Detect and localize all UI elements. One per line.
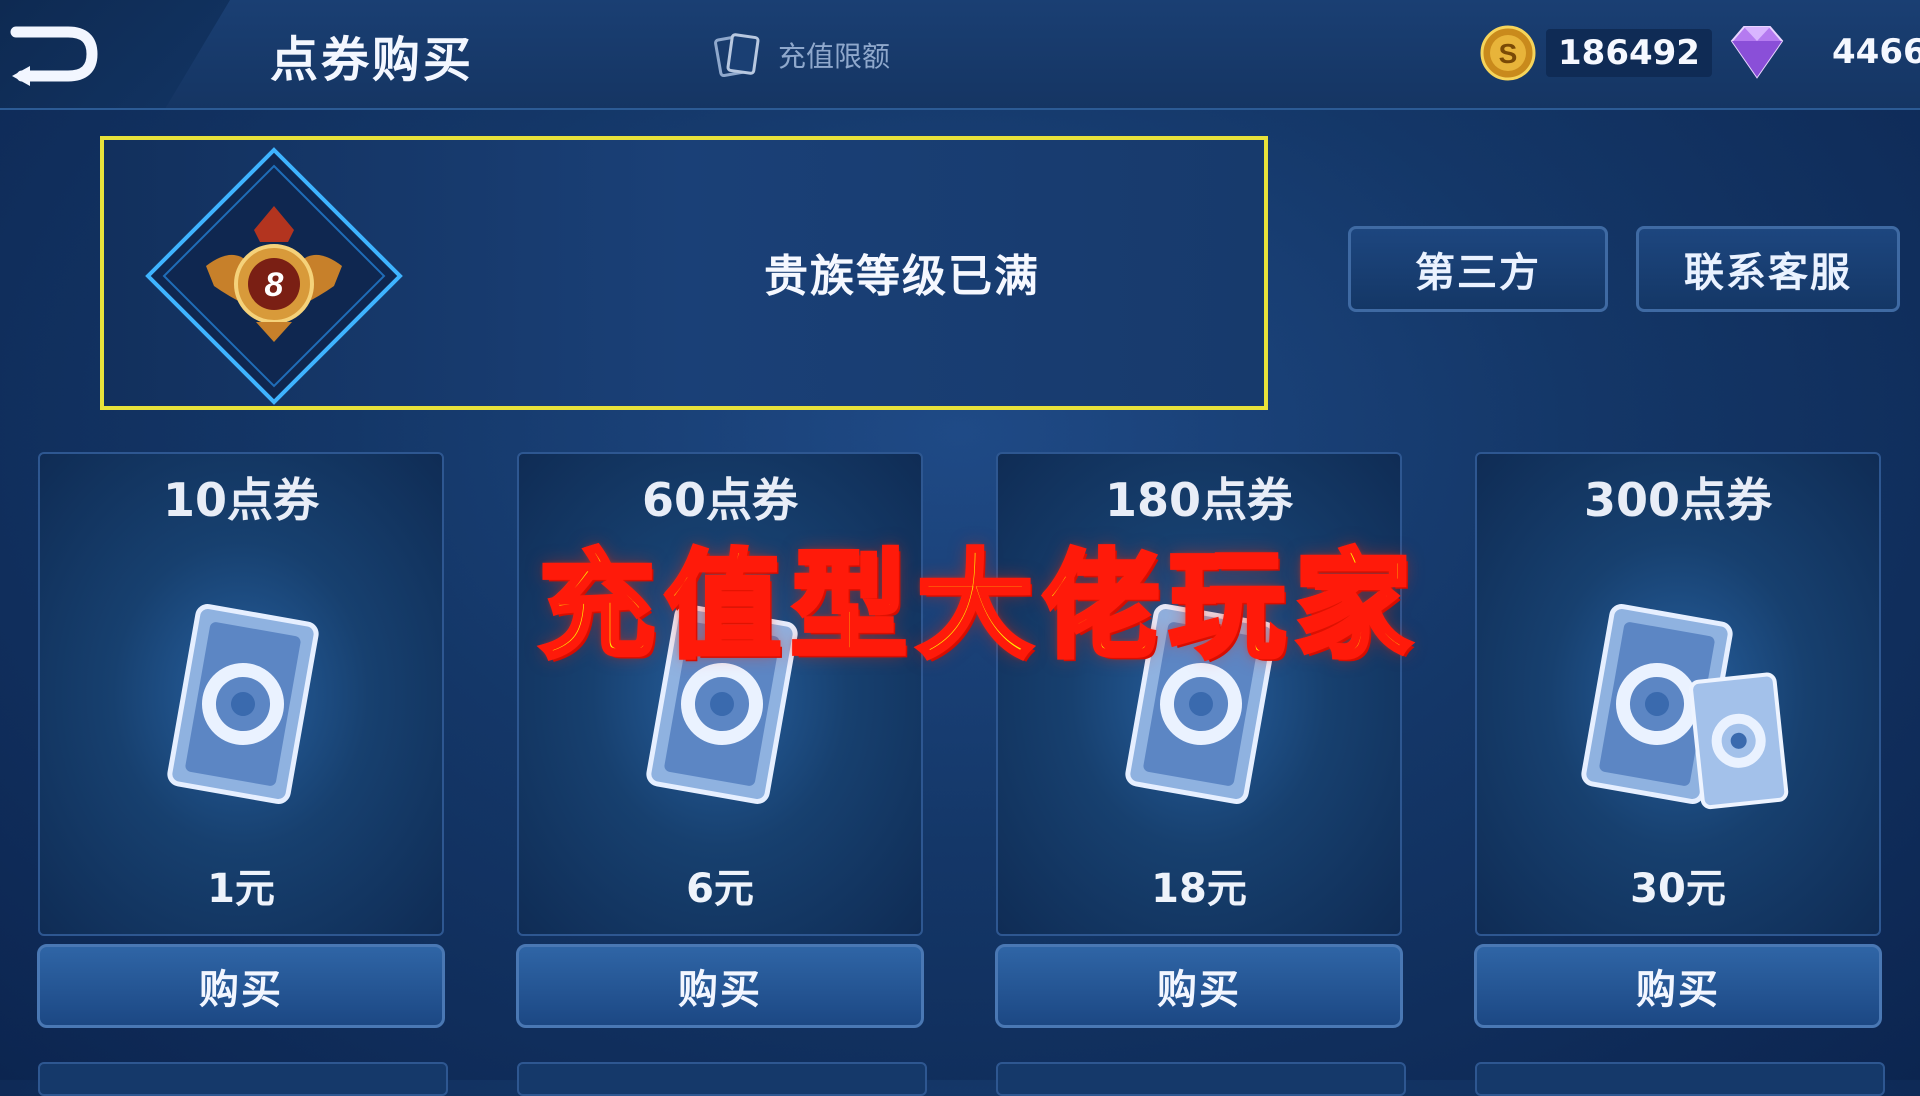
noble-level-number: 8 <box>265 266 284 304</box>
buy-button-10[interactable]: 购买 <box>37 944 445 1028</box>
next-row-card <box>1475 1062 1885 1096</box>
card-price: 6元 <box>686 866 754 912</box>
card-price: 18元 <box>1151 866 1247 912</box>
coin-amount: 186492 <box>1546 29 1712 77</box>
diamond-amount: 4466 <box>1832 32 1920 72</box>
noble-status-text: 贵族等级已满 <box>764 251 1040 302</box>
overlay-caption: 充值型大佬玩家 <box>537 536 1421 677</box>
card-title: 10点券 <box>162 473 319 527</box>
card-price: 30元 <box>1630 866 1726 912</box>
diamond-icon <box>1730 26 1784 79</box>
coin-balance: S 186492 <box>1480 24 1712 82</box>
customer-service-button[interactable]: 联系客服 <box>1636 226 1900 312</box>
card-icon <box>714 33 760 78</box>
gold-coin-icon: S <box>1480 25 1536 81</box>
voucher-ticket-icon <box>167 604 319 804</box>
svg-text:S: S <box>1499 38 1518 69</box>
third-party-button[interactable]: 第三方 <box>1348 226 1608 312</box>
voucher-ticket-icon <box>1581 604 1789 810</box>
page-title: 点券购买 <box>270 32 475 88</box>
buy-button-180[interactable]: 购买 <box>995 944 1403 1028</box>
card-title: 300点券 <box>1583 473 1773 527</box>
buy-button-300[interactable]: 购买 <box>1474 944 1882 1028</box>
card-price: 1元 <box>207 866 275 912</box>
recharge-limit-label: 充值限额 <box>778 40 891 73</box>
back-button[interactable] <box>0 0 230 108</box>
noble-badge-icon: 8 <box>145 147 403 405</box>
voucher-card-300[interactable]: 300点券 30元 <box>1475 452 1881 936</box>
buy-button-60[interactable]: 购买 <box>516 944 924 1028</box>
next-row-card <box>996 1062 1406 1096</box>
noble-status-panel: 8 贵族等级已满 <box>100 136 1268 410</box>
next-row-card <box>517 1062 927 1096</box>
voucher-card-10[interactable]: 10点券 1元 <box>38 452 444 936</box>
next-row-card <box>38 1062 448 1096</box>
back-arrow-icon[interactable] <box>8 22 98 86</box>
top-bar: 点券购买 充值限额 S 186492 4466 <box>0 0 1920 110</box>
diamond-balance: 4466 <box>1722 20 1920 84</box>
recharge-limit-link[interactable]: 充值限额 <box>712 30 890 80</box>
